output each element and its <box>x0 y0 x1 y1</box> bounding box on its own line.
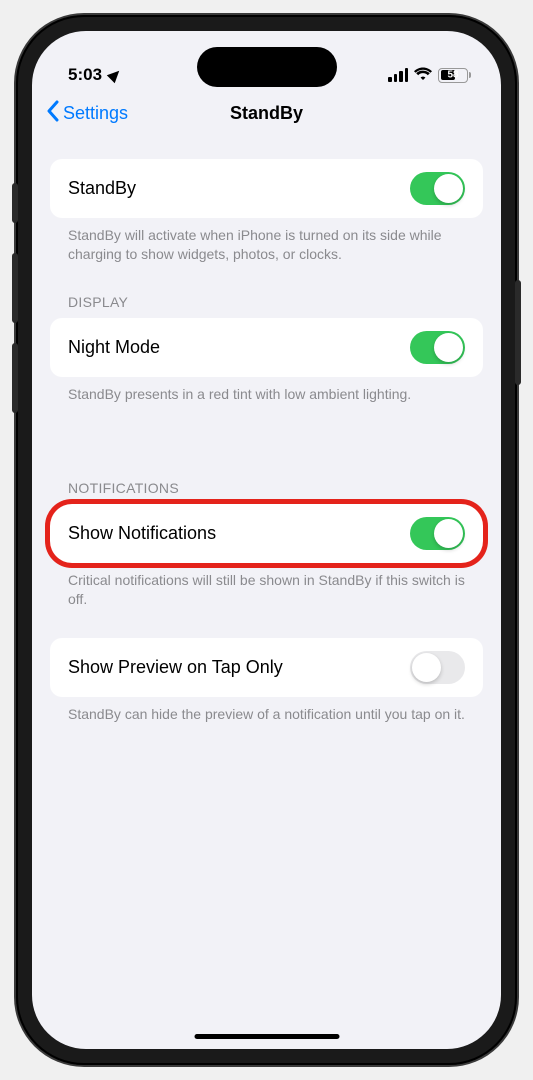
notifications-header: NOTIFICATIONS <box>50 480 483 504</box>
volume-down-button <box>12 343 18 413</box>
show-notifications-label: Show Notifications <box>68 523 216 544</box>
status-time: 5:03 <box>68 65 102 85</box>
show-preview-label: Show Preview on Tap Only <box>68 657 283 678</box>
nav-bar: Settings StandBy <box>32 89 501 137</box>
page-title: StandBy <box>230 103 303 124</box>
night-mode-row[interactable]: Night Mode <box>50 318 483 377</box>
signal-icon <box>388 68 408 82</box>
volume-up-button <box>12 253 18 323</box>
home-indicator[interactable] <box>194 1034 339 1039</box>
show-notifications-toggle[interactable] <box>410 517 465 550</box>
power-button <box>515 280 521 385</box>
battery-icon: 58 <box>438 68 471 83</box>
dynamic-island <box>197 47 337 87</box>
back-label: Settings <box>63 103 128 124</box>
show-notifications-row[interactable]: Show Notifications <box>50 504 483 563</box>
standby-toggle[interactable] <box>410 172 465 205</box>
standby-row[interactable]: StandBy <box>50 159 483 218</box>
back-button[interactable]: Settings <box>46 100 128 127</box>
location-icon <box>107 67 123 83</box>
chevron-left-icon <box>46 100 59 127</box>
standby-label: StandBy <box>68 178 136 199</box>
display-header: DISPLAY <box>50 294 483 318</box>
show-preview-row[interactable]: Show Preview on Tap Only <box>50 638 483 697</box>
battery-level: 58 <box>447 70 458 81</box>
silence-switch <box>12 183 18 223</box>
show-preview-footer: StandBy can hide the preview of a notifi… <box>50 697 483 724</box>
screen: 5:03 58 <box>32 31 501 1049</box>
phone-frame: 5:03 58 <box>16 15 517 1065</box>
display-footer: StandBy presents in a red tint with low … <box>50 377 483 404</box>
show-notifications-footer: Critical notifications will still be sho… <box>50 563 483 609</box>
show-preview-toggle[interactable] <box>410 651 465 684</box>
wifi-icon <box>414 65 432 85</box>
standby-footer: StandBy will activate when iPhone is tur… <box>50 218 483 264</box>
night-mode-toggle[interactable] <box>410 331 465 364</box>
night-mode-label: Night Mode <box>68 337 160 358</box>
